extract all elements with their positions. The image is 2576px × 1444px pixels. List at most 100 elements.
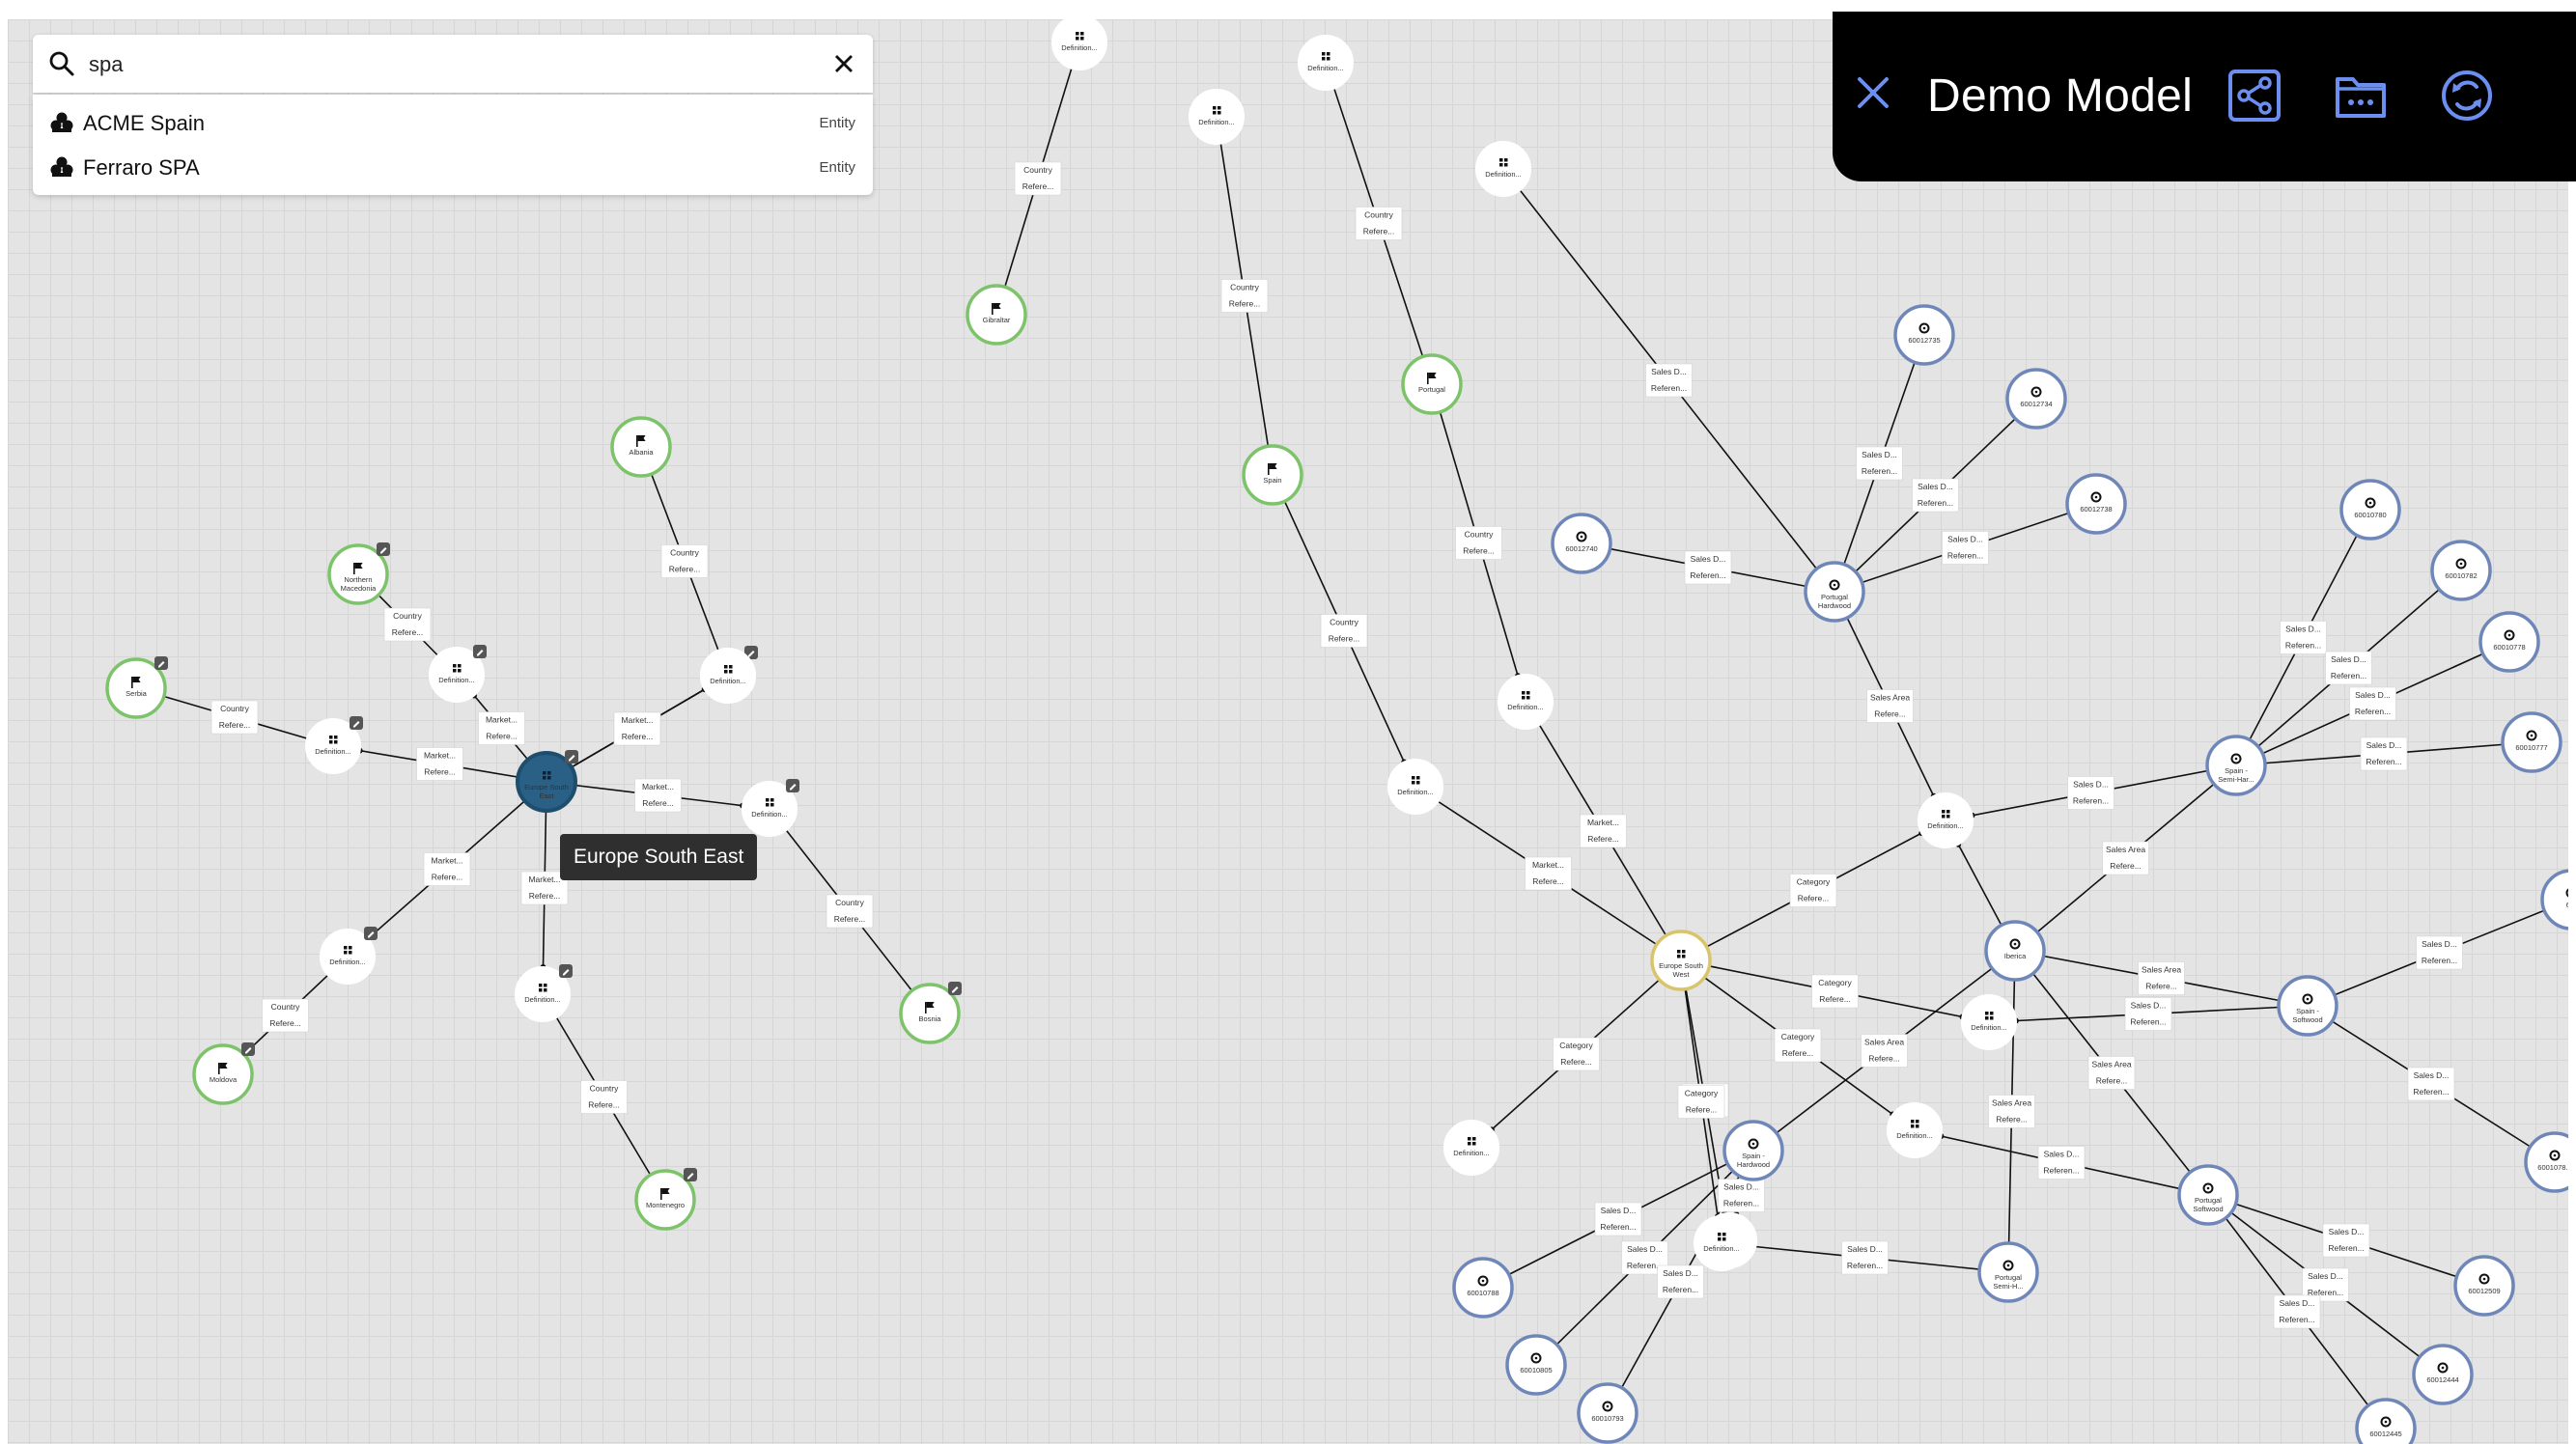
node-circle[interactable]	[1452, 1257, 1514, 1319]
node-circle[interactable]	[1918, 792, 1974, 848]
graph-node-sales[interactable]: 60012734	[2005, 368, 2067, 430]
search-result-item[interactable]: ACME Spain Entity	[33, 100, 873, 145]
graph-canvas[interactable]: Market... Refere... Market... Refere... Mark…	[8, 19, 2568, 1444]
node-circle[interactable]	[1577, 1382, 1638, 1444]
edit-badge-icon[interactable]	[565, 750, 578, 764]
folder-icon[interactable]	[2333, 68, 2389, 124]
node-circle[interactable]	[1475, 141, 1531, 197]
edit-badge-icon[interactable]	[559, 964, 573, 978]
node-circle[interactable]	[2005, 368, 2067, 430]
graph-node-def[interactable]: Definition...	[1694, 1215, 1750, 1271]
graph-node-def[interactable]: Definition...	[1298, 35, 1354, 91]
node-circle[interactable]	[1387, 759, 1443, 815]
node-circle[interactable]	[1977, 1241, 2039, 1303]
search-input[interactable]	[87, 44, 805, 85]
node-circle[interactable]	[1551, 513, 1612, 574]
graph-node-def[interactable]: Definition...	[1443, 1120, 1499, 1176]
graph-node-country[interactable]: Moldova	[192, 1042, 255, 1105]
graph-node-def[interactable]: Definition...	[700, 648, 756, 704]
graph-node-sales[interactable]: 60012445	[2355, 1398, 2417, 1444]
graph-node-def[interactable]: Definition...	[515, 964, 573, 1022]
graph-node-sales[interactable]: 60010780	[2339, 479, 2401, 541]
clear-search-icon[interactable]	[828, 48, 859, 79]
sync-icon[interactable]	[2439, 68, 2495, 124]
node-circle[interactable]	[1722, 1120, 1784, 1181]
graph-node-sales[interactable]: 6...	[2540, 869, 2568, 930]
node-circle[interactable]	[1961, 994, 2017, 1050]
graph-node-country[interactable]: Montenegro	[634, 1168, 697, 1231]
node-circle[interactable]	[1498, 674, 1554, 730]
node-circle[interactable]	[1443, 1120, 1499, 1176]
edit-badge-icon[interactable]	[350, 716, 363, 730]
graph-node-def[interactable]: Definition...	[742, 779, 799, 837]
graph-node-sales[interactable]: PortugalSemi-H...	[1977, 1241, 2039, 1303]
graph-node-sales[interactable]: Iberica	[1984, 920, 2046, 982]
node-circle[interactable]	[2540, 869, 2568, 930]
node-circle[interactable]	[2478, 611, 2540, 673]
graph-node-sales[interactable]: Spain -Semi-Har...	[2205, 735, 2267, 796]
edit-badge-icon[interactable]	[154, 656, 168, 670]
graph-node-sales[interactable]: 60010793	[1577, 1382, 1638, 1444]
edit-badge-icon[interactable]	[473, 645, 487, 658]
edit-badge-icon[interactable]	[948, 982, 962, 995]
node-circle[interactable]	[1242, 444, 1303, 506]
node-circle[interactable]	[2277, 975, 2338, 1037]
edit-badge-icon[interactable]	[241, 1042, 255, 1056]
graph-node-def[interactable]: Definition...	[320, 927, 378, 985]
graph-node-sales[interactable]: 60010805	[1505, 1334, 1567, 1396]
node-circle[interactable]	[966, 284, 1027, 346]
graph-node-selected[interactable]: Europe SouthEast	[516, 750, 578, 813]
graph-node-def[interactable]: Definition...	[1918, 792, 1974, 848]
search-result-item[interactable]: Ferraro SPA Entity	[33, 145, 873, 189]
graph-share-icon[interactable]	[2226, 68, 2282, 124]
graph-node-sales[interactable]: PortugalHardwood	[1804, 561, 1865, 623]
graph-node-sales[interactable]: 60012740	[1551, 513, 1612, 574]
graph-node-sales[interactable]: Spain -Softwood	[2277, 975, 2338, 1037]
node-circle[interactable]	[2177, 1164, 2239, 1226]
edit-badge-icon[interactable]	[364, 927, 378, 940]
node-circle[interactable]	[1401, 353, 1463, 415]
node-circle[interactable]	[1505, 1334, 1567, 1396]
graph-node-sales[interactable]: 60010782	[2430, 540, 2492, 601]
edit-badge-icon[interactable]	[684, 1168, 697, 1181]
edit-badge-icon[interactable]	[786, 779, 799, 792]
node-circle[interactable]	[2453, 1255, 2515, 1317]
node-circle[interactable]	[2524, 1131, 2568, 1193]
graph-node-sales[interactable]: 6001078...	[2524, 1131, 2568, 1193]
node-circle[interactable]	[2339, 479, 2401, 541]
node-circle[interactable]	[1650, 930, 1712, 991]
node-circle[interactable]	[700, 648, 756, 704]
graph-node-def[interactable]: Definition...	[1887, 1102, 1943, 1158]
graph-node-def[interactable]: Definition...	[1051, 19, 1107, 70]
graph-node-country[interactable]: Serbia	[105, 656, 168, 719]
graph-node-country[interactable]: Albania	[610, 416, 672, 478]
graph-node-country[interactable]: Spain	[1242, 444, 1303, 506]
graph-node-sales[interactable]: PortugalSoftwood	[2177, 1164, 2239, 1226]
graph-node-def[interactable]: Definition...	[1961, 994, 2017, 1050]
node-circle[interactable]	[2412, 1344, 2474, 1405]
node-circle[interactable]	[2205, 735, 2267, 796]
graph-node-sales[interactable]: 60010788	[1452, 1257, 1514, 1319]
graph-node-country[interactable]: Gibraltar	[966, 284, 1027, 346]
node-circle[interactable]	[1694, 1215, 1750, 1271]
graph-node-sales[interactable]: Spain -Hardwood	[1722, 1120, 1784, 1181]
graph-node-sales[interactable]: 60012509	[2453, 1255, 2515, 1317]
graph-node-sales[interactable]: 60012735	[1893, 304, 1955, 366]
graph-node-sales[interactable]: 60010778	[2478, 611, 2540, 673]
graph-node-def[interactable]: Definition...	[1475, 141, 1531, 197]
node-circle[interactable]	[1887, 1102, 1943, 1158]
graph-node-country[interactable]: Portugal	[1401, 353, 1463, 415]
close-icon[interactable]	[1852, 71, 1894, 114]
graph-node-def[interactable]: Definition...	[1189, 89, 1245, 145]
node-circle[interactable]	[610, 416, 672, 478]
graph-node-def[interactable]: Definition...	[305, 716, 363, 774]
node-circle[interactable]	[1189, 89, 1245, 145]
node-circle[interactable]	[1893, 304, 1955, 366]
edit-badge-icon[interactable]	[377, 542, 390, 556]
node-circle[interactable]	[2065, 473, 2127, 535]
node-circle[interactable]	[2430, 540, 2492, 601]
node-circle[interactable]	[1984, 920, 2046, 982]
graph-node-country[interactable]: Bosnia	[899, 982, 962, 1044]
graph-node-def[interactable]: Definition...	[1498, 674, 1554, 730]
graph-node-def[interactable]: Definition...	[1387, 759, 1443, 815]
